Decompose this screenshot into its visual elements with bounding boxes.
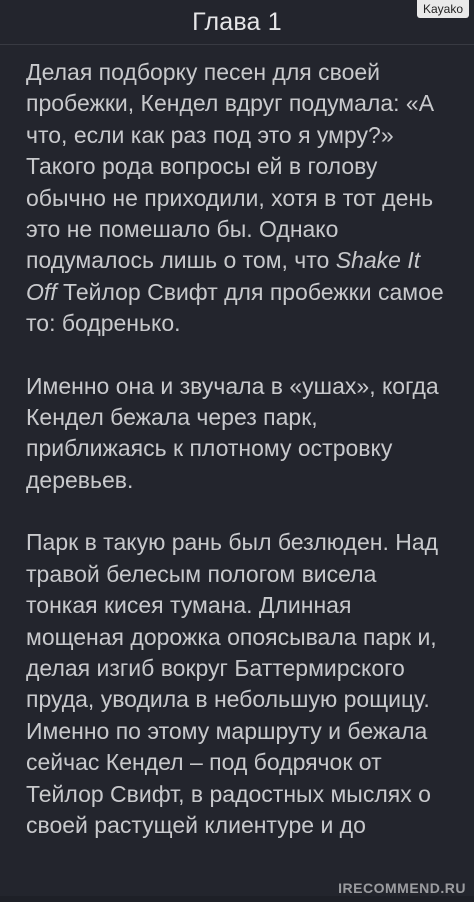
bottom-edge [0, 896, 474, 902]
reader-content[interactable]: Делая подборку песен для своей пробежки,… [0, 45, 474, 841]
paragraph-1-text: Делая подборку песен для своей пробежки,… [26, 59, 435, 274]
chapter-header: Глава 1 [0, 0, 474, 45]
watermark-bottom: IRECOMMEND.RU [338, 880, 466, 896]
paragraph-3-text: Парк в такую рань был безлюден. Над трав… [26, 529, 439, 838]
book-reader[interactable]: Глава 1 Kayako Делая подборку песен для … [0, 0, 474, 902]
paragraph-1-text-end: Тейлор Свифт для пробежки самое то: бодр… [26, 278, 444, 337]
paragraph-3: Парк в такую рань был безлюден. Над трав… [26, 527, 452, 841]
paragraph-1: Делая подборку песен для своей пробежки,… [26, 57, 452, 340]
chapter-title: Глава 1 [192, 7, 282, 36]
paragraph-2: Именно она и звучала в «ушах», когда Кен… [26, 371, 452, 497]
paragraph-2-text: Именно она и звучала в «ушах», когда Кен… [26, 372, 439, 493]
watermark-top: Kayako [416, 0, 469, 18]
